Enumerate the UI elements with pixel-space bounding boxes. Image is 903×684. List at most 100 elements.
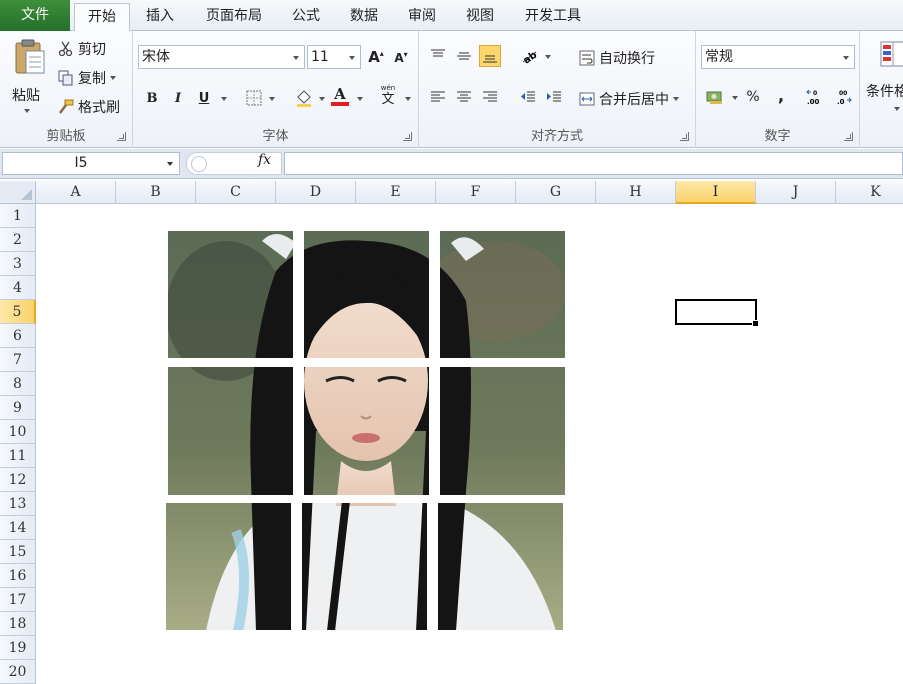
- tab-formulas[interactable]: 公式: [282, 3, 330, 31]
- photo-tile-1-1[interactable]: [168, 231, 293, 358]
- select-all-button[interactable]: [0, 181, 36, 204]
- accounting-format-button[interactable]: [704, 86, 726, 108]
- bold-button[interactable]: B: [141, 87, 163, 109]
- row-header-10[interactable]: 10: [0, 420, 36, 444]
- number-dialog-launcher[interactable]: [844, 132, 853, 141]
- borders-dropdown-icon[interactable]: [269, 97, 275, 101]
- row-header-14[interactable]: 14: [0, 516, 36, 540]
- font-color-button[interactable]: A: [329, 85, 351, 107]
- align-center-button[interactable]: [453, 86, 475, 108]
- photo-tile-3-3[interactable]: [438, 503, 563, 630]
- column-header-g[interactable]: G: [516, 181, 596, 204]
- copy-button[interactable]: 复制: [58, 68, 116, 88]
- photo-tile-1-2[interactable]: [304, 231, 429, 358]
- align-middle-button[interactable]: [453, 45, 475, 67]
- column-header-d[interactable]: D: [276, 181, 356, 204]
- photo-tile-2-3[interactable]: [440, 367, 565, 495]
- insert-function-button[interactable]: fx: [258, 152, 271, 168]
- increase-decimal-button[interactable]: 0.00: [804, 86, 826, 108]
- increase-indent-button[interactable]: [543, 86, 565, 108]
- conditional-formatting-button[interactable]: 条件格: [866, 37, 903, 117]
- orientation-dropdown-icon[interactable]: [545, 55, 551, 59]
- wrap-text-button[interactable]: 自动换行: [579, 48, 655, 68]
- formula-bar-grip-icon[interactable]: [191, 156, 207, 172]
- photo-tile-2-1[interactable]: [168, 367, 293, 495]
- column-header-h[interactable]: H: [596, 181, 676, 204]
- photo-tile-1-3[interactable]: [440, 231, 565, 358]
- row-header-17[interactable]: 17: [0, 588, 36, 612]
- comma-style-button[interactable]: ,: [770, 84, 792, 106]
- row-header-20[interactable]: 20: [0, 660, 36, 684]
- align-left-button[interactable]: [427, 86, 449, 108]
- tab-view[interactable]: 视图: [456, 3, 504, 31]
- column-header-i[interactable]: I: [676, 181, 756, 204]
- fill-color-button[interactable]: [293, 87, 315, 109]
- column-header-a[interactable]: A: [36, 181, 116, 204]
- tab-home[interactable]: 开始: [74, 3, 130, 32]
- row-header-11[interactable]: 11: [0, 444, 36, 468]
- number-format-select[interactable]: 常规: [701, 45, 855, 69]
- photo-tile-3-1[interactable]: [166, 503, 291, 630]
- row-header-3[interactable]: 3: [0, 252, 36, 276]
- phonetic-dropdown-icon[interactable]: [405, 97, 411, 101]
- row-header-19[interactable]: 19: [0, 636, 36, 660]
- percent-button[interactable]: %: [742, 86, 764, 108]
- column-header-b[interactable]: B: [116, 181, 196, 204]
- alignment-dialog-launcher[interactable]: [680, 132, 689, 141]
- name-box-dropdown-icon[interactable]: [167, 162, 173, 166]
- font-size-select[interactable]: 11: [307, 45, 361, 69]
- row-header-6[interactable]: 6: [0, 324, 36, 348]
- phonetic-button[interactable]: wén 文: [377, 84, 399, 107]
- underline-button[interactable]: U: [193, 87, 215, 109]
- column-header-j[interactable]: J: [756, 181, 836, 204]
- format-painter-button[interactable]: 格式刷: [58, 97, 120, 117]
- tab-insert[interactable]: 插入: [136, 3, 184, 31]
- column-header-c[interactable]: C: [196, 181, 276, 204]
- row-header-4[interactable]: 4: [0, 276, 36, 300]
- name-box[interactable]: I5: [2, 152, 180, 175]
- row-header-9[interactable]: 9: [0, 396, 36, 420]
- accounting-dropdown-icon[interactable]: [732, 96, 738, 100]
- tab-file[interactable]: 文件: [0, 0, 70, 31]
- font-color-dropdown-icon[interactable]: [357, 97, 363, 101]
- tab-review[interactable]: 审阅: [398, 3, 446, 31]
- row-header-18[interactable]: 18: [0, 612, 36, 636]
- row-header-15[interactable]: 15: [0, 540, 36, 564]
- align-bottom-button[interactable]: [479, 45, 501, 67]
- font-name-select[interactable]: 宋体: [138, 45, 305, 69]
- paste-button[interactable]: 粘贴: [6, 37, 52, 117]
- formula-input[interactable]: [284, 152, 903, 175]
- row-header-7[interactable]: 7: [0, 348, 36, 372]
- clipboard-dialog-launcher[interactable]: [117, 132, 126, 141]
- fill-color-dropdown-icon[interactable]: [319, 97, 325, 101]
- decrease-indent-button[interactable]: [517, 86, 539, 108]
- increase-font-size-button[interactable]: A▴: [365, 46, 387, 68]
- borders-button[interactable]: [243, 87, 265, 109]
- row-header-16[interactable]: 16: [0, 564, 36, 588]
- row-header-2[interactable]: 2: [0, 228, 36, 252]
- tab-data[interactable]: 数据: [340, 3, 388, 31]
- tab-page-layout[interactable]: 页面布局: [196, 3, 272, 31]
- photo-tile-2-2[interactable]: [304, 367, 429, 495]
- merge-center-button[interactable]: 合并后居中: [579, 89, 679, 109]
- decrease-font-size-button[interactable]: A▾: [390, 46, 412, 68]
- underline-dropdown-icon[interactable]: [221, 97, 227, 101]
- column-header-f[interactable]: F: [436, 181, 516, 204]
- decrease-decimal-button[interactable]: 00.0: [832, 86, 854, 108]
- column-header-k[interactable]: K: [836, 181, 903, 204]
- row-header-1[interactable]: 1: [0, 204, 36, 228]
- align-top-button[interactable]: [427, 45, 449, 67]
- photo-tile-3-2[interactable]: [302, 503, 427, 630]
- cut-button[interactable]: 剪切: [58, 39, 106, 59]
- row-header-5[interactable]: 5: [0, 300, 36, 324]
- row-header-8[interactable]: 8: [0, 372, 36, 396]
- font-dialog-launcher[interactable]: [403, 132, 412, 141]
- orientation-button[interactable]: ab: [519, 45, 541, 67]
- row-header-13[interactable]: 13: [0, 492, 36, 516]
- italic-button[interactable]: I: [167, 87, 189, 109]
- align-right-button[interactable]: [479, 86, 501, 108]
- active-cell[interactable]: [675, 299, 759, 327]
- row-header-12[interactable]: 12: [0, 468, 36, 492]
- column-header-e[interactable]: E: [356, 181, 436, 204]
- tab-developer[interactable]: 开发工具: [514, 3, 592, 31]
